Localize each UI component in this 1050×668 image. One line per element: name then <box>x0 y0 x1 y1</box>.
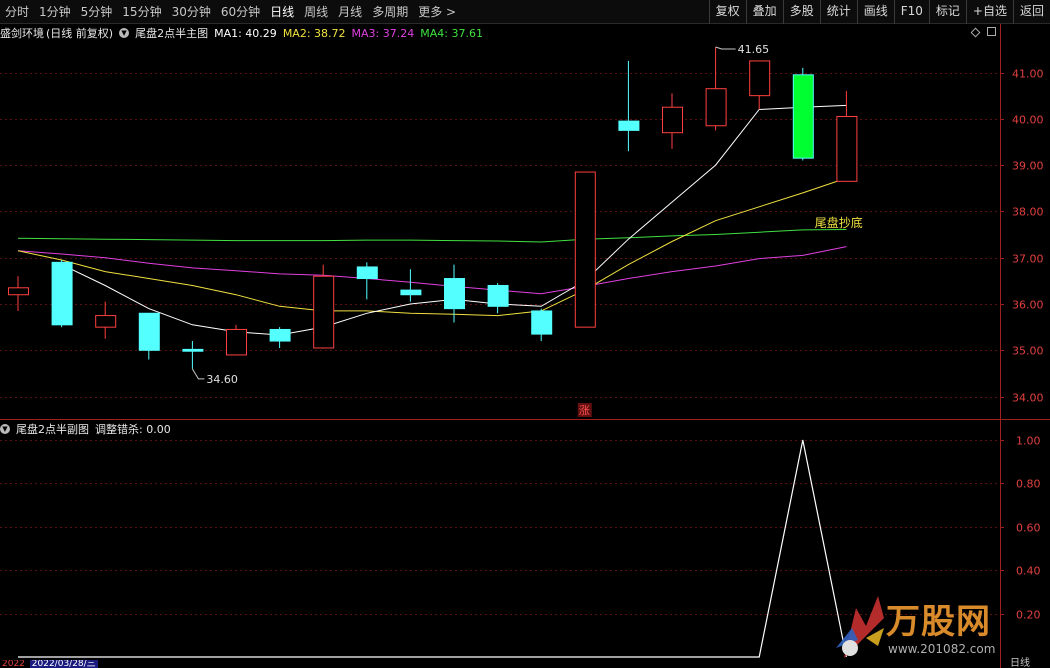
candle-body <box>269 328 291 342</box>
candle-body <box>182 348 204 352</box>
candle-body <box>574 171 596 328</box>
watermark-brand: 万股网 <box>886 602 991 642</box>
date-year: 2022 <box>2 660 25 668</box>
watermark-url: www.201082.com <box>888 642 996 656</box>
candle-body <box>792 74 814 159</box>
sub-tick-label: 0.80 <box>1016 478 1041 491</box>
candle-body <box>313 275 335 349</box>
candle-body <box>8 287 29 296</box>
annotation-label: 尾盘抄底 <box>815 215 863 230</box>
main-tick-label: 36.00 <box>1012 299 1044 312</box>
date-current: 2022/03/28/三 <box>29 660 98 668</box>
candle-body <box>487 284 509 307</box>
candle-body <box>531 310 553 335</box>
low-price-label: 34.60 <box>206 373 238 386</box>
high-price-label: 41.65 <box>738 43 770 56</box>
candle-body <box>138 312 160 351</box>
ma-line <box>17 229 847 243</box>
date-bar: 2022 2022/03/28/三 <box>0 660 240 668</box>
low-marker-line <box>191 368 205 380</box>
ma-line <box>17 177 847 317</box>
candle-body <box>95 315 117 328</box>
candle-body <box>618 120 640 131</box>
main-tick-label: 38.00 <box>1012 206 1044 219</box>
sub-indicator-line <box>18 439 847 658</box>
candle-body <box>51 261 73 326</box>
ma-line <box>17 246 847 295</box>
sub-tick-label: 0.40 <box>1016 565 1041 578</box>
zhang-label: 涨 <box>579 404 590 417</box>
sub-tick-label: 1.00 <box>1016 435 1041 448</box>
main-tick-label: 40.00 <box>1012 114 1044 127</box>
candle-body <box>749 60 771 97</box>
watermark: 万股网 www.201082.com <box>826 588 1048 666</box>
main-tick-label: 35.00 <box>1012 345 1044 358</box>
candle-body <box>662 106 683 134</box>
candle-body <box>705 88 727 127</box>
chart-canvas[interactable]: 41.00 40.00 39.00 38.00 37.00 36.00 35.00 34.00… <box>0 0 1050 668</box>
candle-body <box>226 328 247 356</box>
candle-body <box>836 115 858 182</box>
sub-tick-label: 0.60 <box>1016 522 1041 535</box>
candle-body <box>444 278 465 310</box>
candle-body <box>356 266 378 280</box>
high-marker-line <box>715 46 736 50</box>
main-tick-label: 37.00 <box>1012 253 1044 266</box>
main-tick-label: 39.00 <box>1012 160 1044 173</box>
main-tick-label: 41.00 <box>1012 68 1044 81</box>
candle-body <box>400 289 422 296</box>
main-tick-label: 34.00 <box>1012 392 1044 405</box>
